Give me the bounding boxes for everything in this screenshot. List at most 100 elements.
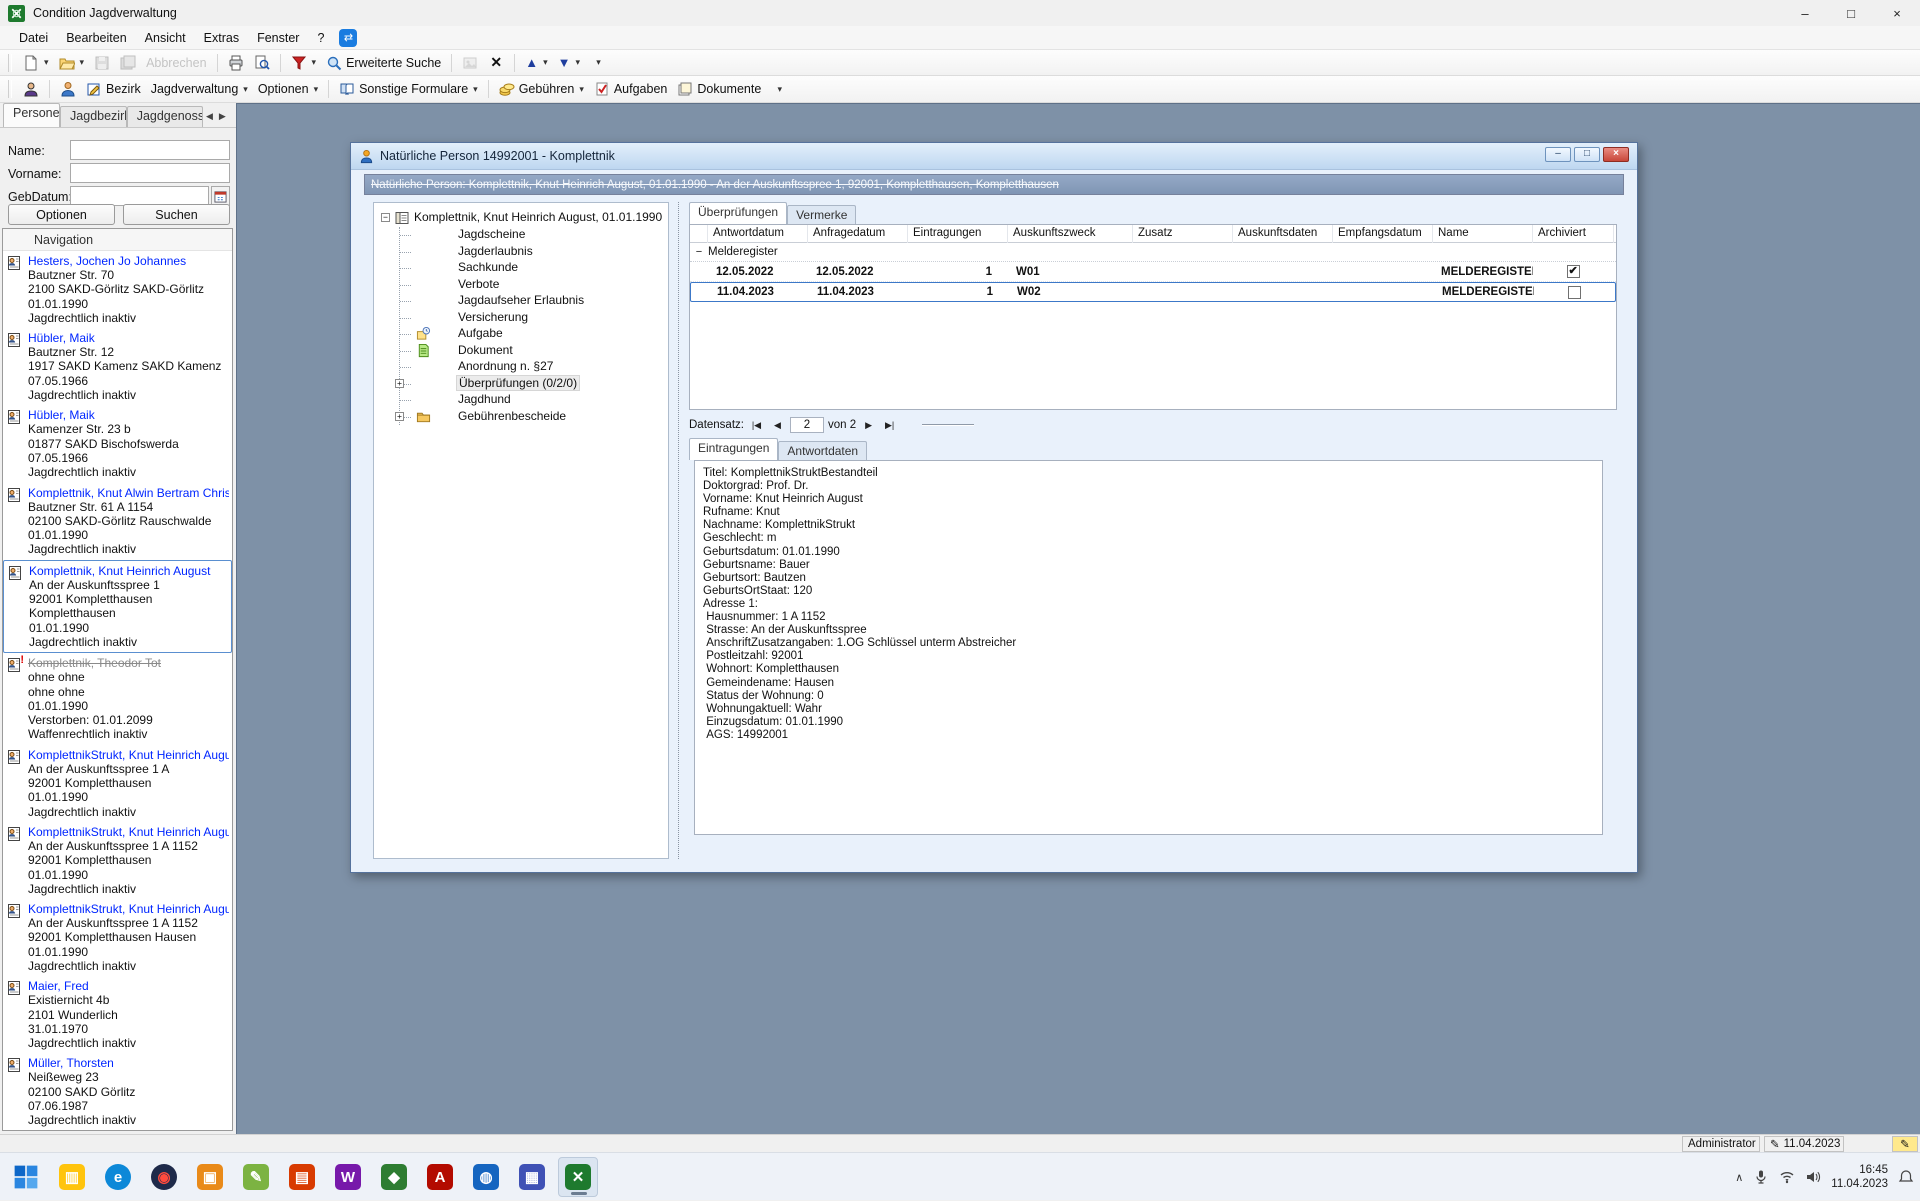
dropdown-icon[interactable]: ▾ (312, 57, 317, 68)
column-header[interactable]: Name (1433, 225, 1533, 243)
menu-item[interactable]: Ansicht (136, 28, 195, 48)
toolbar-grip[interactable] (8, 54, 12, 72)
tree-item[interactable]: Versicherung (400, 310, 666, 327)
tree-item-label[interactable]: Versicherung (456, 310, 530, 324)
person-list-item[interactable]: Hübler, Maik Bautzner Str. 12 1917 SAKD … (3, 328, 232, 405)
taskbar-app-icon[interactable]: W (328, 1157, 368, 1197)
dropdown-icon[interactable]: ▾ (80, 57, 85, 68)
move-up-button[interactable]: ▲▾ (521, 52, 551, 74)
toolbar-grip[interactable] (8, 80, 12, 98)
person-list-item[interactable]: KomplettnikStrukt, Knut Heinrich August … (3, 899, 232, 976)
toolbar-overflow-button[interactable]: ▾ (586, 52, 610, 74)
window-maximize-button[interactable]: □ (1828, 0, 1874, 26)
child-maximize-button[interactable]: □ (1574, 147, 1600, 162)
left-tab[interactable]: Personen (3, 103, 60, 127)
taskbar-app-icon[interactable]: ◆ (374, 1157, 414, 1197)
filter-button[interactable]: ▾ (287, 52, 321, 74)
taskbar-app-icon[interactable]: ▦ (512, 1157, 552, 1197)
dropdown-icon[interactable]: ▾ (543, 57, 548, 68)
tree-root-item[interactable]: − Komplettnik, Knut Heinrich August, 01.… (380, 210, 666, 227)
bezirk-button[interactable]: Bezirk (82, 78, 145, 100)
edit-mode-indicator[interactable]: ✎ (1892, 1136, 1918, 1152)
taskbar-app-icon[interactable]: ✕ (558, 1157, 598, 1197)
jagdverwaltung-menu-button[interactable]: Jagdverwaltung▾ (147, 78, 252, 100)
tree-root-label[interactable]: Komplettnik, Knut Heinrich August, 01.01… (414, 210, 662, 224)
expand-icon[interactable]: + (395, 412, 404, 421)
tree-item[interactable]: Jagdaufseher Erlaubnis (400, 293, 666, 310)
table-row[interactable]: 11.04.2023 11.04.2023 1 W02 MELDEREGISTE… (690, 282, 1616, 302)
collapse-icon[interactable]: − (381, 213, 390, 222)
window-minimize-button[interactable]: – (1782, 0, 1828, 26)
taskbar-app-icon[interactable]: ◍ (466, 1157, 506, 1197)
window-close-button[interactable]: × (1874, 0, 1920, 26)
child-minimize-button[interactable]: – (1545, 147, 1571, 162)
tree-item[interactable]: + Gebührenbescheide (400, 409, 666, 426)
tab-scroll-right-icon[interactable]: ▶ (217, 109, 228, 124)
person-list-item[interactable]: Müller, Thorsten Neißeweg 23 02100 SAKD … (3, 1053, 232, 1130)
previous-record-button[interactable]: ◀ (769, 417, 786, 433)
child-close-button[interactable]: × (1603, 147, 1629, 162)
tray-overflow-icon[interactable]: ∧ (1735, 1171, 1743, 1184)
calendar-button[interactable] (211, 186, 230, 206)
column-header[interactable]: Antwortdatum (708, 225, 808, 243)
tree-item-label[interactable]: Jagdhund (456, 392, 513, 406)
tab-scroll-left-icon[interactable]: ◀ (204, 109, 215, 124)
tree-item-label[interactable]: Jagdaufseher Erlaubnis (456, 293, 586, 307)
taskbar-app-icon[interactable]: A (420, 1157, 460, 1197)
tree-item[interactable]: Dokument (400, 343, 666, 360)
gebdatum-input[interactable] (70, 186, 209, 206)
start-button[interactable] (6, 1157, 46, 1197)
tree-item[interactable]: Verbote (400, 277, 666, 294)
print-button[interactable] (224, 52, 248, 74)
record-position[interactable]: 2 (790, 417, 824, 433)
tree-item[interactable]: Jagderlaubnis (400, 244, 666, 261)
first-record-button[interactable]: |◀ (748, 417, 765, 433)
panel-splitter[interactable] (678, 202, 679, 859)
group-collapse-icon[interactable]: − (690, 246, 708, 258)
menu-item[interactable]: Fenster (248, 28, 308, 48)
tree-item-label[interactable]: Anordnung n. §27 (456, 359, 555, 373)
detail-tab[interactable]: Antwortdaten (778, 441, 867, 460)
expand-icon[interactable]: + (395, 379, 404, 388)
checks-tab[interactable]: Überprüfungen (689, 202, 787, 224)
tree-item[interactable]: Aufgabe (400, 326, 666, 343)
group-row[interactable]: − Melderegister (690, 243, 1616, 262)
dokumente-button[interactable]: Dokumente (673, 78, 765, 100)
tree-item-label[interactable]: Überprüfungen (0/2/0) (456, 375, 580, 391)
teamviewer-icon[interactable]: ⇄ (339, 29, 357, 47)
wifi-icon[interactable] (1779, 1169, 1795, 1185)
checks-tab[interactable]: Vermerke (787, 205, 856, 224)
tree-item-label[interactable]: Dokument (456, 343, 515, 357)
taskbar-app-icon[interactable]: ✎ (236, 1157, 276, 1197)
person-list-item[interactable]: Komplettnik, Knut Heinrich August An der… (3, 560, 232, 653)
column-header[interactable]: Empfangsdatum (1333, 225, 1433, 243)
tree-item[interactable]: Jagdscheine (400, 227, 666, 244)
person-list-item[interactable]: Maier, Fred Existiernicht 4b 2101 Wunder… (3, 976, 232, 1053)
column-header[interactable]: Auskunftszweck (1008, 225, 1133, 243)
sonstige-formulare-button[interactable]: Sonstige Formulare▾ (335, 78, 482, 100)
taskbar-app-icon[interactable]: e (98, 1157, 138, 1197)
person-button[interactable] (56, 78, 80, 100)
notifications-icon[interactable] (1898, 1169, 1914, 1185)
person-window-titlebar[interactable]: Natürliche Person 14992001 - Komplettnik… (351, 143, 1637, 170)
person-list-item[interactable]: Komplettnik, Knut Alwin Bertram Christ B… (3, 483, 232, 560)
name-input[interactable] (70, 140, 230, 160)
dropdown-icon[interactable]: ▾ (576, 57, 581, 68)
dropdown-icon[interactable]: ▾ (44, 57, 49, 68)
open-button[interactable]: ▾ (55, 52, 89, 74)
delete-button[interactable]: ✕ (484, 52, 508, 74)
menu-item[interactable]: Extras (195, 28, 248, 48)
tree-item[interactable]: Sachkunde (400, 260, 666, 277)
gebuehren-button[interactable]: Gebühren▾ (495, 78, 588, 100)
volume-icon[interactable] (1805, 1169, 1821, 1185)
person-list-item[interactable]: Hesters, Jochen Jo Johannes Bautzner Str… (3, 251, 232, 328)
move-down-button[interactable]: ▼▾ (554, 52, 584, 74)
table-row[interactable]: 12.05.2022 12.05.2022 1 W01 MELDEREGISTE… (690, 262, 1616, 282)
menu-item[interactable]: Datei (10, 28, 57, 48)
optionen-button[interactable]: Optionen (8, 204, 115, 225)
person-list-item[interactable]: KomplettnikStrukt, Knut Heinrich August … (3, 745, 232, 822)
column-header[interactable]: Auskunftsdaten (1233, 225, 1333, 243)
column-header[interactable]: Anfragedatum (808, 225, 908, 243)
last-record-button[interactable]: ▶| (881, 417, 898, 433)
new-button[interactable]: ▾ (19, 52, 53, 74)
